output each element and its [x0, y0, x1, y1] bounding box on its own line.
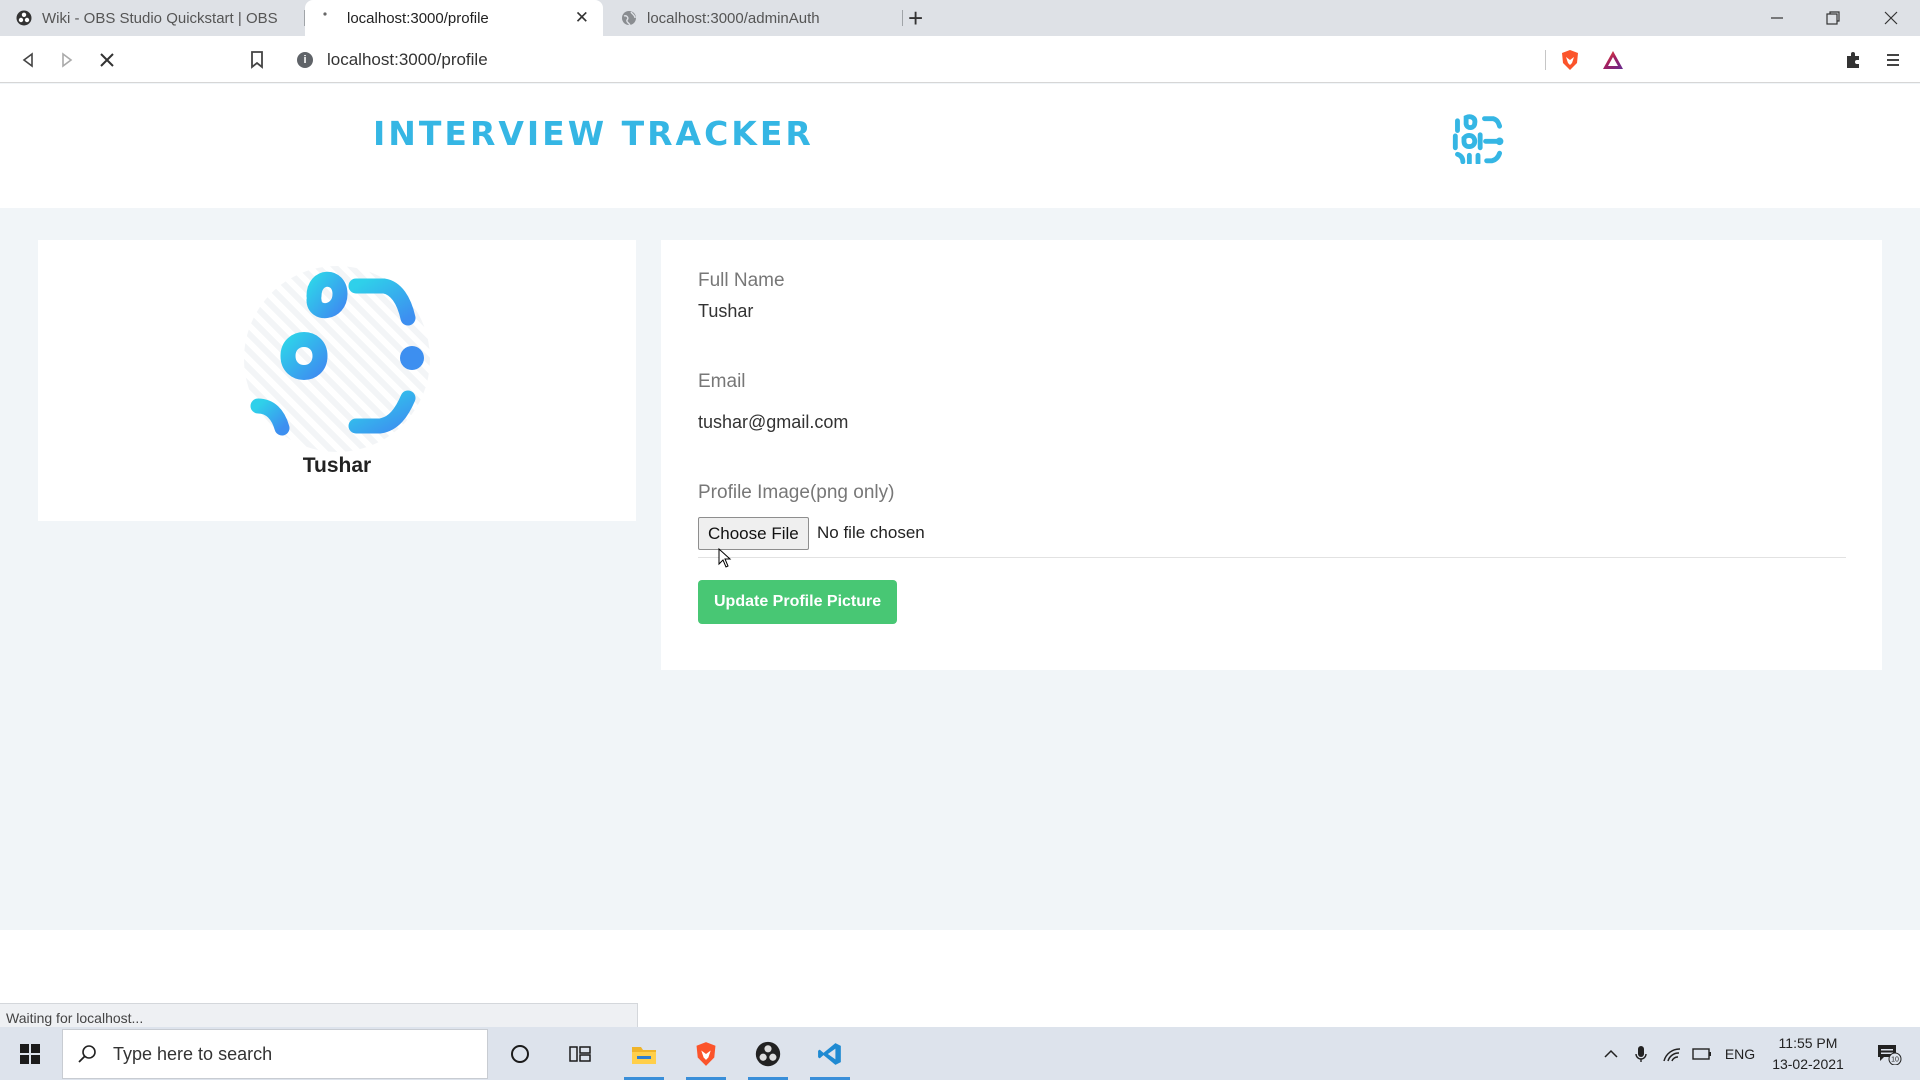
url-text: localhost:3000/profile — [327, 49, 488, 69]
profile-image-label: Profile Image(png only) — [698, 482, 895, 503]
clock-time: 11:55 PM — [1778, 1035, 1838, 1051]
browser-toolbar: i localhost:3000/profile — [0, 36, 1920, 83]
restore-button[interactable] — [1805, 0, 1861, 36]
choose-file-button[interactable]: Choose File — [698, 517, 809, 550]
full-name-value: Tushar — [698, 301, 754, 321]
show-hidden-icons-icon[interactable] — [1600, 1027, 1622, 1080]
address-bar[interactable]: i localhost:3000/profile — [287, 42, 1633, 77]
tab-admin-auth[interactable]: localhost:3000/adminAuth — [605, 0, 903, 36]
profile-details-card: Full Name Tushar Email tushar@gmail.com … — [661, 240, 1882, 670]
tab-profile[interactable]: localhost:3000/profile ✕ — [305, 0, 603, 36]
network-icon[interactable] — [1660, 1027, 1684, 1080]
back-icon[interactable] — [14, 46, 42, 74]
notification-count: 10 — [1891, 1056, 1899, 1063]
site-brand[interactable]: INTERVIEW TRACKER — [373, 114, 814, 153]
obs-studio-icon[interactable] — [742, 1027, 794, 1080]
tab-obs-wiki[interactable]: Wiki - OBS Studio Quickstart | OBS — [0, 0, 305, 36]
clock-date: 13-02-2021 — [1772, 1056, 1844, 1072]
system-clock[interactable]: 11:55 PM 13-02-2021 — [1766, 1033, 1850, 1075]
menu-icon[interactable] — [1879, 46, 1907, 74]
brave-browser-icon[interactable] — [680, 1027, 732, 1080]
minimize-button[interactable] — [1749, 0, 1805, 36]
search-placeholder: Type here to search — [113, 1043, 273, 1064]
profile-name: Tushar — [302, 454, 372, 477]
info-icon[interactable]: i — [297, 51, 313, 68]
browser-tab-bar: Wiki - OBS Studio Quickstart | OBS local… — [0, 0, 1920, 36]
update-profile-picture-button[interactable]: Update Profile Picture — [698, 580, 898, 624]
stop-loading-icon[interactable] — [93, 46, 121, 74]
microphone-icon[interactable] — [1630, 1027, 1652, 1080]
site-header: INTERVIEW TRACKER — [0, 84, 1920, 208]
obs-icon — [16, 10, 32, 26]
profile-avatar — [244, 266, 430, 452]
file-input[interactable]: Choose File No file chosen — [698, 516, 1846, 558]
battery-icon[interactable] — [1690, 1027, 1714, 1080]
vscode-icon[interactable] — [804, 1027, 856, 1080]
profile-card: Tushar — [38, 240, 636, 521]
tab-title: localhost:3000/profile — [347, 9, 489, 27]
extensions-icon[interactable] — [1839, 46, 1867, 74]
mouse-cursor-icon — [718, 547, 732, 568]
loading-dot-icon — [321, 10, 337, 26]
search-icon — [77, 1044, 97, 1064]
globe-icon — [621, 10, 637, 26]
brave-rewards-icon[interactable] — [1599, 46, 1627, 74]
forward-icon[interactable] — [53, 46, 81, 74]
tab-title: Wiki - OBS Studio Quickstart | OBS — [42, 9, 278, 27]
full-name-label: Full Name — [698, 270, 785, 291]
browser-status-bubble: Waiting for localhost... — [0, 1003, 638, 1030]
language-indicator[interactable]: ENG — [1722, 1027, 1758, 1080]
tab-title: localhost:3000/adminAuth — [647, 9, 820, 27]
brave-shields-icon[interactable] — [1556, 46, 1584, 74]
windows-start-icon[interactable] — [0, 1027, 60, 1080]
site-logo-icon[interactable] — [1451, 110, 1505, 166]
email-label: Email — [698, 371, 746, 392]
new-tab-button[interactable]: + — [908, 4, 923, 32]
notifications-icon[interactable]: 10 — [1864, 1027, 1914, 1080]
file-explorer-icon[interactable] — [618, 1027, 670, 1080]
close-tab-icon[interactable]: ✕ — [575, 8, 589, 28]
address-divider — [1545, 50, 1546, 70]
bookmark-icon[interactable] — [243, 46, 271, 74]
taskbar-search-box[interactable]: Type here to search — [62, 1029, 488, 1079]
windows-taskbar: Type here to search ENG 11:55 PM 13-02-2… — [0, 1027, 1920, 1080]
cortana-icon[interactable] — [494, 1027, 546, 1080]
file-status-text: No file chosen — [817, 523, 925, 542]
email-value: tushar@gmail.com — [698, 412, 849, 432]
close-window-button[interactable] — [1863, 0, 1919, 36]
task-view-icon[interactable] — [554, 1027, 606, 1080]
